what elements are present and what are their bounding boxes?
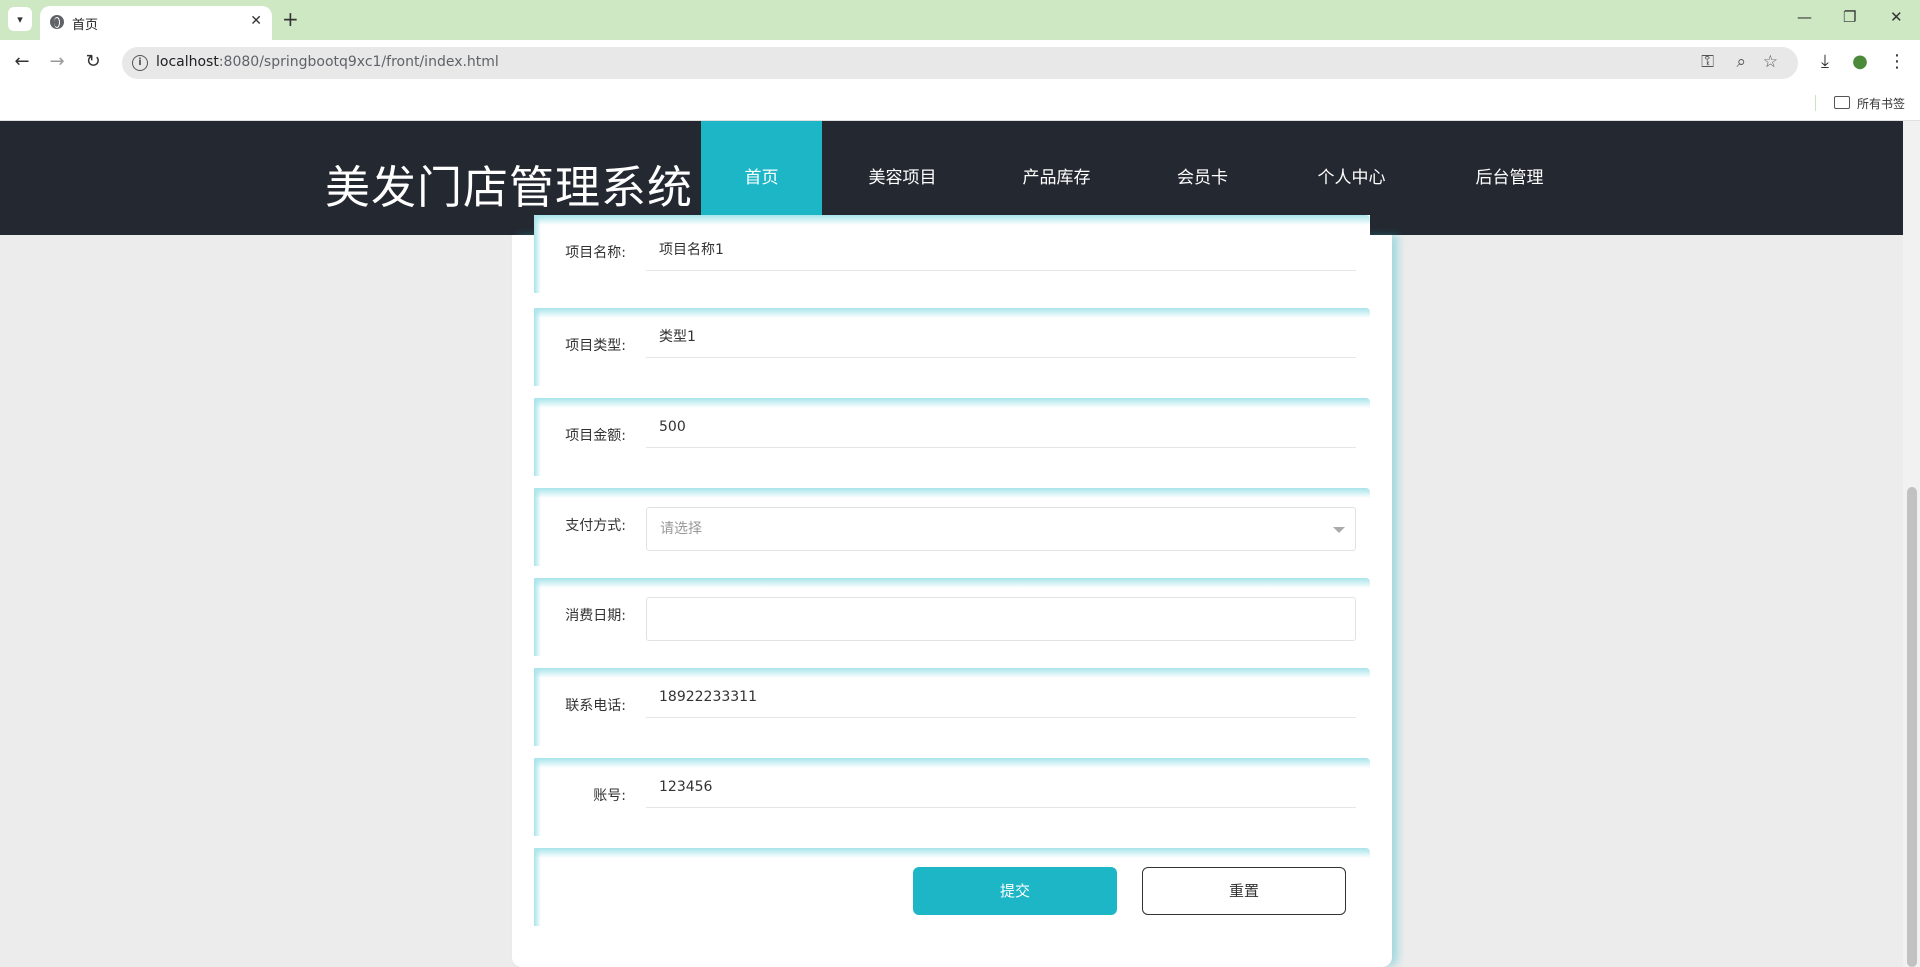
bookmark-star-icon[interactable]: ☆ <box>1763 52 1778 72</box>
download-icon[interactable]: ⤓ <box>1814 51 1836 72</box>
reload-icon[interactable]: ↻ <box>82 51 104 72</box>
globe-icon <box>50 15 64 29</box>
field-label: 账号: <box>593 788 626 804</box>
form-row-phone: 联系电话: 18922233311 <box>534 668 1370 746</box>
form-row-payment-method: 支付方式: 请选择 <box>534 488 1370 566</box>
consume-date-input[interactable] <box>646 597 1356 641</box>
form-row-project-name: 项目名称: 项目名称1 <box>534 215 1370 293</box>
field-label: 支付方式: <box>565 518 626 534</box>
close-tab-icon[interactable]: ✕ <box>250 13 262 29</box>
bookmarks-separator <box>1815 95 1816 111</box>
project-type-field[interactable]: 类型1 <box>646 316 1356 358</box>
field-label: 项目类型: <box>565 338 626 354</box>
browser-toolbar: ← → ↻ i localhost:8080/springbootq9xc1/f… <box>0 40 1920 86</box>
browser-tab-bar: ▾ 首页 ✕ + — ❐ ✕ <box>0 0 1920 40</box>
site-info-icon[interactable]: i <box>132 55 148 71</box>
address-bar[interactable]: i localhost:8080/springbootq9xc1/front/i… <box>122 47 1798 79</box>
scrollbar-thumb[interactable] <box>1907 487 1917 967</box>
project-name-field[interactable]: 项目名称1 <box>646 229 1356 271</box>
menu-icon[interactable]: ⋮ <box>1886 51 1908 72</box>
field-label: 消费日期: <box>565 608 626 624</box>
browser-tab[interactable]: 首页 ✕ <box>40 6 272 40</box>
nav-admin[interactable]: 后台管理 <box>1452 121 1567 235</box>
forward-icon[interactable]: → <box>46 51 68 72</box>
form-row-project-type: 项目类型: 类型1 <box>534 308 1370 386</box>
window-close-icon[interactable]: ✕ <box>1890 8 1903 26</box>
restore-icon[interactable]: ❐ <box>1843 8 1856 26</box>
folder-icon[interactable] <box>1834 96 1850 109</box>
minimize-icon[interactable]: — <box>1797 8 1812 26</box>
form-row-consume-date: 消费日期: <box>534 578 1370 656</box>
select-placeholder: 请选择 <box>660 521 702 537</box>
field-label: 项目名称: <box>565 245 626 261</box>
password-key-icon[interactable]: ⚿ <box>1701 52 1714 72</box>
field-label: 项目金额: <box>565 428 626 444</box>
url-text: localhost:8080/springbootq9xc1/front/ind… <box>156 54 499 70</box>
form-row-project-amount: 项目金额: 500 <box>534 398 1370 476</box>
bookmarks-bar: 所有书签 <box>0 86 1920 121</box>
tab-title: 首页 <box>72 18 99 33</box>
zoom-icon[interactable]: ⌕ <box>1736 52 1746 72</box>
all-bookmarks-label[interactable]: 所有书签 <box>1857 95 1905 112</box>
profile-avatar-icon[interactable]: ● <box>1849 51 1871 72</box>
payment-method-select[interactable]: 请选择 <box>646 507 1356 551</box>
chevron-down-icon <box>1333 527 1345 533</box>
tab-search-icon[interactable]: ▾ <box>8 7 32 31</box>
new-tab-icon[interactable]: + <box>282 7 299 31</box>
site-title: 美发门店管理系统 <box>325 161 694 214</box>
project-amount-field[interactable]: 500 <box>646 406 1356 448</box>
submit-button[interactable]: 提交 <box>913 867 1117 915</box>
reset-button[interactable]: 重置 <box>1142 867 1346 915</box>
form-row-account: 账号: 123456 <box>534 758 1370 836</box>
phone-field[interactable]: 18922233311 <box>646 676 1356 718</box>
back-icon[interactable]: ← <box>11 51 33 72</box>
account-field[interactable]: 123456 <box>646 766 1356 808</box>
field-label: 联系电话: <box>565 698 626 714</box>
